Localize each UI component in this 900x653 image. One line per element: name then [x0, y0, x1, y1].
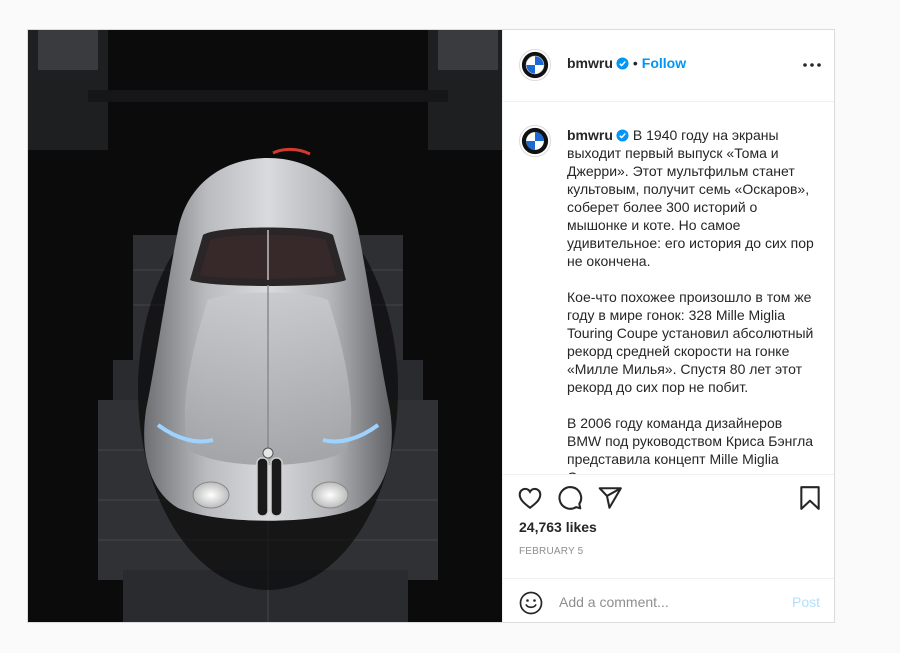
emoji-icon[interactable] — [519, 591, 543, 615]
caption-avatar[interactable] — [519, 125, 551, 157]
silver-concept-car-photo — [28, 30, 502, 622]
caption-username-link[interactable]: bmwru — [567, 127, 613, 143]
username-link[interactable]: bmwru — [567, 55, 613, 71]
comment-bar: Post — [503, 578, 834, 622]
verified-badge-icon — [616, 129, 629, 142]
verified-badge-icon — [616, 57, 629, 70]
more-options-icon[interactable] — [802, 57, 822, 73]
separator: • — [632, 55, 638, 71]
likes-count[interactable]: 24,763 likes — [519, 519, 597, 535]
caption-paragraph-3: В 2006 году команда дизайнеров BMW под р… — [567, 415, 814, 474]
comment-icon[interactable] — [557, 485, 583, 511]
avatar[interactable] — [519, 49, 551, 81]
post-image[interactable] — [28, 30, 502, 622]
header-title-row: bmwru • Follow — [567, 55, 686, 73]
share-icon[interactable] — [597, 485, 623, 511]
post-comment-button[interactable]: Post — [792, 594, 820, 610]
caption-paragraph-2: Кое-что похожее произошло в том же году … — [567, 289, 814, 395]
caption-paragraph-1: В 1940 году на экраны выходит первый вып… — [567, 127, 814, 269]
actions-section: 24,763 likes FEBRUARY 5 Post — [503, 474, 834, 622]
caption-text: bmwru В 1940 году на экраны выходит первы… — [567, 126, 817, 474]
follow-button[interactable]: Follow — [642, 55, 686, 71]
bookmark-icon[interactable] — [797, 485, 823, 511]
post-header: bmwru • Follow — [503, 30, 834, 102]
caption-area: bmwru В 1940 году на экраны выходит первы… — [503, 102, 834, 474]
post-date[interactable]: FEBRUARY 5 — [519, 546, 583, 557]
heart-icon[interactable] — [517, 485, 543, 511]
post-card: bmwru • Follow bmwru В 1940 году на экраны … — [27, 29, 835, 623]
bmw-logo-icon — [521, 51, 549, 79]
post-side-panel: bmwru • Follow bmwru В 1940 году на экраны … — [502, 30, 834, 622]
bmw-logo-icon — [521, 127, 549, 155]
comment-input[interactable] — [559, 588, 779, 616]
